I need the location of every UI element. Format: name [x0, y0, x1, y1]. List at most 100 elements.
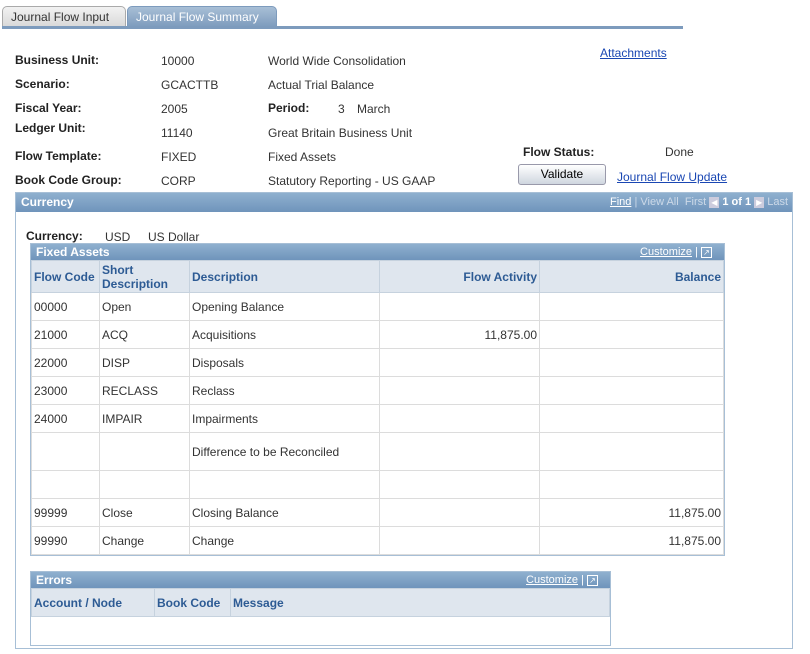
period-value: 3 — [338, 102, 345, 116]
col-flow-code: Flow Code — [31, 260, 100, 293]
cell-flow-code — [31, 470, 100, 499]
ledger-unit-desc: Great Britain Business Unit — [268, 126, 413, 140]
cell-balance — [539, 432, 724, 471]
new-window-icon[interactable]: ↗ — [701, 246, 712, 258]
cell-description: Impairments — [189, 404, 380, 433]
business-unit-desc: World Wide Consolidation — [268, 54, 406, 68]
cell-description: Difference to be Reconciled — [189, 432, 380, 471]
period-desc: March — [357, 102, 391, 116]
errors-grid: Errors Customize | ↗ Account / Node Book… — [30, 571, 611, 646]
col-account-node: Account / Node — [31, 588, 155, 617]
cell-flow-activity — [379, 526, 540, 555]
table-row: 22000 DISP Disposals — [31, 348, 724, 377]
cell-short-description: Change — [99, 526, 190, 555]
cell-description: Change — [189, 526, 380, 555]
cell-short-description — [99, 470, 190, 499]
book-code-group-label: Book Code Group: — [15, 173, 122, 187]
cell-short-description: Open — [99, 292, 190, 321]
page-count: 1 of 1 — [722, 196, 752, 208]
fixed-assets-title: Fixed Assets — [36, 245, 110, 259]
flow-status-label: Flow Status: — [523, 145, 595, 159]
table-row: Difference to be Reconciled — [31, 432, 724, 471]
cell-balance — [539, 404, 724, 433]
next-arrow-icon: ▶ — [754, 197, 765, 208]
cell-description: Disposals — [189, 348, 380, 377]
ledger-unit-label: Ledger Unit: — [15, 121, 86, 135]
table-row: 23000 RECLASS Reclass — [31, 376, 724, 405]
table-row: 21000 ACQ Acquisitions 11,875.00 — [31, 320, 724, 349]
cell-description: Acquisitions — [189, 320, 380, 349]
prev-arrow-icon: ◀ — [709, 197, 720, 208]
business-unit-label: Business Unit: — [15, 53, 100, 67]
col-description: Description — [189, 260, 380, 293]
fixed-assets-header: Fixed Assets Customize | ↗ — [31, 244, 724, 260]
cell-balance — [539, 470, 724, 499]
currency-desc: US Dollar — [148, 230, 200, 244]
business-unit-value: 10000 — [161, 54, 195, 68]
attachments-link[interactable]: Attachments — [600, 46, 667, 60]
book-code-group-value: CORP — [161, 174, 196, 188]
fiscal-year-label: Fiscal Year: — [15, 101, 82, 115]
errors-title: Errors — [36, 573, 73, 587]
cell-balance — [539, 292, 724, 321]
cell-short-description — [99, 432, 190, 471]
flow-template-value: FIXED — [161, 150, 197, 164]
pager: Find | View All First ◀ 1 of 1 ▶ Last — [609, 196, 788, 208]
find-link[interactable]: Find — [610, 196, 631, 208]
cell-balance: 11,875.00 — [539, 526, 724, 555]
fixed-assets-grid: Fixed Assets Customize | ↗ Flow Code Sho… — [30, 243, 725, 556]
new-window-icon[interactable]: ↗ — [587, 574, 598, 586]
scenario-value: GCACTTB — [161, 78, 219, 92]
cell-flow-activity — [379, 470, 540, 499]
flow-template-label: Flow Template: — [15, 149, 102, 163]
cell-flow-code — [31, 432, 100, 471]
tab-journal-flow-summary[interactable]: Journal Flow Summary — [127, 6, 277, 27]
table-row: 24000 IMPAIR Impairments — [31, 404, 724, 433]
currency-panel-header: Currency Find | View All First ◀ 1 of 1 … — [16, 193, 792, 212]
cell-flow-code: 24000 — [31, 404, 100, 433]
cell-balance — [539, 376, 724, 405]
cell-short-description: Close — [99, 498, 190, 527]
cell-flow-code: 21000 — [31, 320, 100, 349]
cell-flow-activity — [379, 404, 540, 433]
errors-customize-link[interactable]: Customize — [526, 574, 578, 586]
journal-flow-update-link[interactable]: Journal Flow Update — [617, 170, 727, 184]
col-balance: Balance — [539, 260, 724, 293]
cell-balance: 11,875.00 — [539, 498, 724, 527]
first-link: First — [684, 196, 707, 208]
customize-link[interactable]: Customize — [640, 246, 692, 258]
cell-flow-activity — [379, 348, 540, 377]
cell-flow-code: 99990 — [31, 526, 100, 555]
tab-journal-flow-input[interactable]: Journal Flow Input — [2, 6, 126, 27]
cell-balance — [539, 320, 724, 349]
book-code-group-desc: Statutory Reporting - US GAAP — [268, 174, 436, 188]
currency-code: USD — [105, 230, 131, 244]
tab-underline — [2, 26, 683, 29]
cell-flow-code: 99999 — [31, 498, 100, 527]
view-all-link: View All — [640, 196, 679, 208]
cell-description: Reclass — [189, 376, 380, 405]
scenario-desc: Actual Trial Balance — [268, 78, 375, 92]
cell-short-description: RECLASS — [99, 376, 190, 405]
cell-flow-code: 22000 — [31, 348, 100, 377]
cell-short-description: IMPAIR — [99, 404, 190, 433]
cell-flow-activity — [379, 376, 540, 405]
flow-status-value: Done — [665, 145, 694, 159]
last-link: Last — [767, 196, 788, 208]
flow-template-desc: Fixed Assets — [268, 150, 337, 164]
cell-balance — [539, 348, 724, 377]
validate-button[interactable]: Validate — [518, 164, 606, 185]
cell-description: Opening Balance — [189, 292, 380, 321]
table-row — [31, 470, 724, 499]
table-row: 00000 Open Opening Balance — [31, 292, 724, 321]
table-row: 99990 Change Change 11,875.00 — [31, 526, 724, 555]
col-short-description: Short Description — [99, 260, 190, 293]
fiscal-year-value: 2005 — [161, 102, 188, 116]
cell-flow-code: 23000 — [31, 376, 100, 405]
errors-header: Errors Customize | ↗ — [31, 572, 610, 588]
ledger-unit-value: 11140 — [161, 126, 193, 140]
cell-short-description: DISP — [99, 348, 190, 377]
table-row: 99999 Close Closing Balance 11,875.00 — [31, 498, 724, 527]
col-message: Message — [230, 588, 610, 617]
currency-panel-title: Currency — [21, 195, 74, 209]
